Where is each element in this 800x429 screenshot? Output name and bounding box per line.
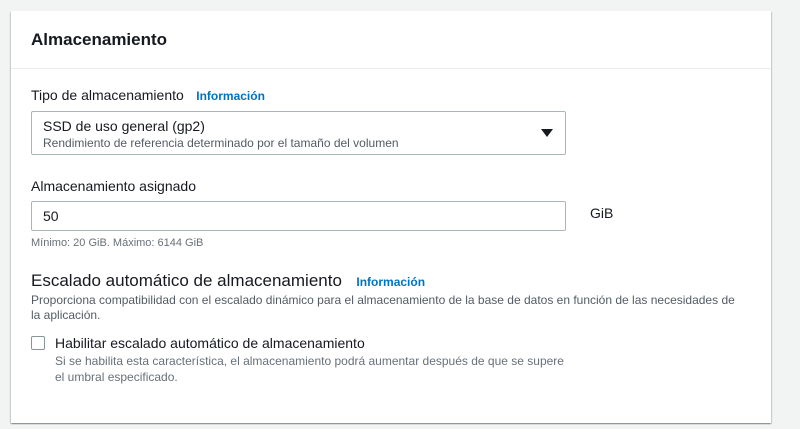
panel-title: Almacenamiento <box>31 29 168 49</box>
allocated-storage-constraint: Mínimo: 20 GiB. Máximo: 6144 GiB <box>31 237 204 249</box>
autoscaling-description-line1: Proporciona compatibilidad con el escala… <box>31 293 735 307</box>
autoscaling-title: Escalado automático de almacenamiento <box>31 271 342 290</box>
storage-type-select[interactable]: SSD de uso general (gp2) Rendimiento de … <box>31 111 566 155</box>
caret-down-icon <box>541 129 553 137</box>
storage-type-label: Tipo de almacenamiento <box>31 87 184 103</box>
autoscaling-description: Proporciona compatibilidad con el escala… <box>31 293 756 323</box>
storage-type-selected-description: Rendimiento de referencia determinado po… <box>43 136 399 150</box>
autoscaling-checkbox-description: Si se habilita esta característica, el a… <box>55 353 615 385</box>
allocated-storage-unit: GiB <box>590 205 614 221</box>
storage-type-info-link[interactable]: Información <box>196 89 265 103</box>
storage-type-label-row: Tipo de almacenamiento Información <box>31 87 265 105</box>
autoscaling-description-line2: la aplicación. <box>31 308 101 322</box>
autoscaling-checkbox[interactable] <box>31 336 45 350</box>
autoscaling-title-row: Escalado automático de almacenamiento In… <box>31 271 425 291</box>
autoscaling-checkbox-label[interactable]: Habilitar escalado automático de almacen… <box>55 335 365 351</box>
autoscaling-checkbox-description-line2: el umbral especificado. <box>55 370 178 384</box>
storage-type-selected-value: SSD de uso general (gp2) <box>43 118 205 134</box>
allocated-storage-input[interactable]: 50 <box>31 201 566 231</box>
autoscaling-checkbox-description-line1: Si se habilita esta característica, el a… <box>55 354 564 368</box>
panel-header: Almacenamiento <box>11 11 771 69</box>
autoscaling-info-link[interactable]: Información <box>356 275 425 289</box>
allocated-storage-label: Almacenamiento asignado <box>31 178 196 194</box>
storage-panel: Almacenamiento Tipo de almacenamiento In… <box>11 11 771 423</box>
